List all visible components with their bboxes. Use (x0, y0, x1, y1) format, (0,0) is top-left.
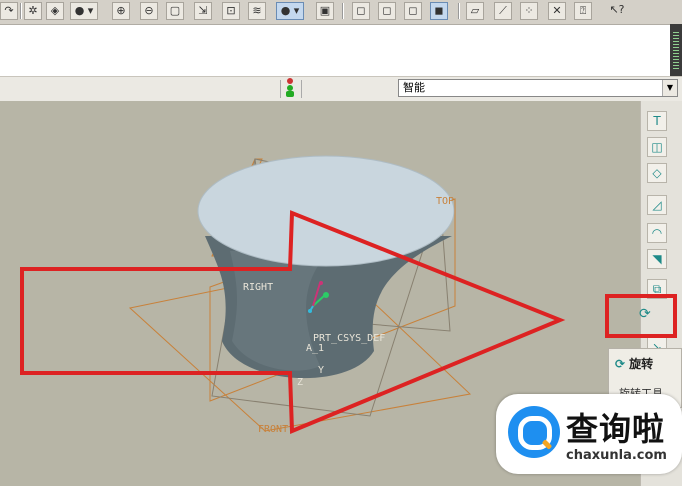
watermark-logo: 查询啦 chaxunla.com (496, 394, 682, 474)
regeneration-status-icon (285, 78, 295, 98)
datum-points-icon[interactable]: ⁘ (520, 2, 538, 20)
toolbar-separator (342, 3, 344, 19)
round-icon[interactable]: ◠ (647, 223, 667, 243)
main-toolbar: ↷ ✲ ◈ ● ▾ ⊕ ⊖ ▢ ⇲ ⊡ ≋ ● ▾ ▣ ◻ ◻ ◻ ◼ ▱ ⟋ … (0, 0, 682, 25)
hidden-line-icon[interactable]: ◻ (378, 2, 396, 20)
chevron-down-icon[interactable]: ▼ (662, 80, 677, 96)
wireframe-icon[interactable]: ◻ (352, 2, 370, 20)
refit-icon[interactable]: ▢ (166, 2, 184, 20)
datum-label-front: FRONT (258, 424, 288, 435)
toolbar-separator (458, 3, 460, 19)
reorient-icon[interactable]: ⇲ (194, 2, 212, 20)
selection-filter-value: 智能 (403, 81, 425, 94)
watermark-url: chaxunla.com (566, 448, 667, 463)
shading-icon[interactable]: ● ▾ (70, 2, 98, 20)
tooltip-title: 旋转 (629, 357, 654, 371)
regenerate-icon[interactable]: ✲ (24, 2, 42, 20)
revolve-tooltip-icon: ⟳ (615, 357, 626, 371)
revolve-highlight-box: ⟳ (605, 294, 677, 338)
message-area (0, 25, 670, 75)
appearance-icon[interactable]: ● ▾ (276, 2, 304, 20)
watermark-name: 查询啦 (566, 410, 666, 448)
saved-view-icon[interactable]: ⊡ (222, 2, 240, 20)
rib-icon[interactable]: ◇ (647, 163, 667, 183)
solid-top-face (197, 155, 455, 267)
zoom-out-icon[interactable]: ⊖ (140, 2, 158, 20)
toolbar-separator (20, 3, 22, 19)
zoom-in-icon[interactable]: ⊕ (112, 2, 130, 20)
snapshot-icon[interactable]: ▣ (316, 2, 334, 20)
shaded-icon[interactable]: ◼ (430, 2, 448, 20)
scrollbar-grip[interactable] (673, 32, 679, 70)
whats-this-icon[interactable]: ↖? (608, 2, 626, 20)
datum-label-top: TOP (436, 196, 454, 207)
chamfer-icon[interactable]: ◥ (647, 249, 667, 269)
datum-planes-icon[interactable]: ▱ (466, 2, 484, 20)
hole-icon[interactable]: T (647, 111, 667, 131)
revolve-icon[interactable]: ⟳ (639, 306, 651, 322)
layers-icon[interactable]: ≋ (248, 2, 266, 20)
search-logo-icon (508, 406, 560, 458)
datum-label-axis: A_1 (306, 343, 324, 354)
message-scrollbar[interactable] (670, 24, 682, 78)
redo-icon[interactable]: ↷ (0, 2, 18, 20)
repaint-icon[interactable]: ◈ (46, 2, 64, 20)
csys-icon[interactable]: ✕ (548, 2, 566, 20)
draft-icon[interactable]: ◿ (647, 195, 667, 215)
datum-label-right: RIGHT (243, 282, 273, 293)
selection-filter-select[interactable]: 智能 ▼ (398, 79, 678, 97)
datum-label-y: Y (318, 365, 324, 376)
annotations-icon[interactable]: ⍰ (574, 2, 592, 20)
datum-axes-icon[interactable]: ⟋ (494, 2, 512, 20)
no-hidden-icon[interactable]: ◻ (404, 2, 422, 20)
datum-label-z: Z (297, 377, 303, 388)
shell-icon[interactable]: ◫ (647, 137, 667, 157)
